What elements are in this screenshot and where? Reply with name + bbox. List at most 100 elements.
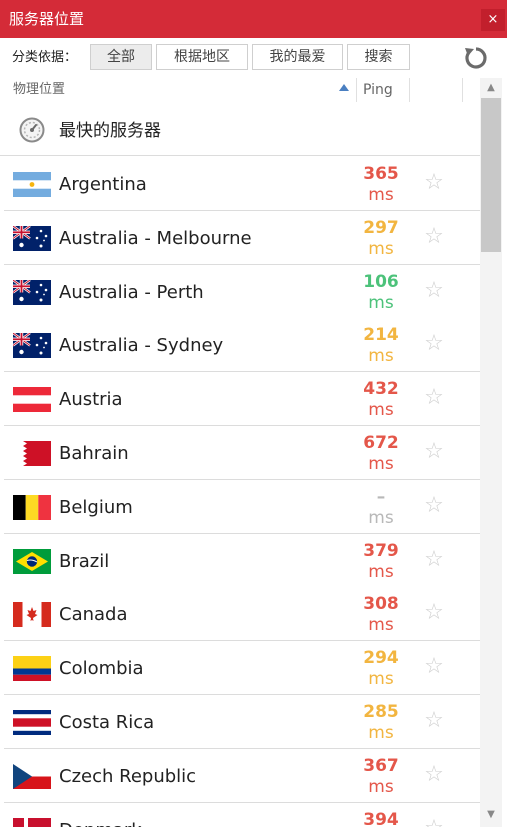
- location-column-header[interactable]: 物理位置: [13, 81, 65, 99]
- gauge-icon: [19, 117, 45, 143]
- ping-value: 379: [363, 540, 399, 561]
- ping-value: 365: [363, 164, 399, 184]
- server-name: Australia - Perth: [59, 281, 204, 303]
- server-row[interactable]: Czech Republic 367 ms ☆: [4, 748, 480, 803]
- favorite-star-icon[interactable]: ☆: [422, 493, 446, 518]
- scrollbar-thumb[interactable]: [481, 98, 501, 252]
- server-row[interactable]: Brazil 379 ms ☆: [4, 533, 480, 588]
- czech-flag-icon: [13, 763, 51, 789]
- server-row[interactable]: Canada 308 ms ☆: [4, 587, 480, 642]
- favorite-star-icon[interactable]: ☆: [422, 762, 446, 787]
- ping-unit: ms: [368, 185, 394, 205]
- bahrain-flag-icon: [13, 441, 51, 466]
- server-name: Austria: [59, 389, 123, 411]
- filter-label: 分类依据：: [12, 50, 78, 65]
- ping-value: 672: [363, 433, 399, 453]
- sort-ascending-icon: [339, 84, 349, 91]
- server-list: 最快的服务器 Argentina 365 ms ☆ Australia - Melbou…: [0, 102, 480, 827]
- scroll-up-icon[interactable]: ▲: [480, 78, 502, 98]
- ping-value: 285: [363, 702, 399, 722]
- server-name: Argentina: [59, 174, 147, 195]
- ping-unit: ms: [368, 454, 394, 474]
- ping-unit: ms: [368, 723, 394, 743]
- ping-value: 297: [363, 217, 399, 238]
- ping-value: 432: [363, 379, 399, 400]
- column-header: 物理位置 Ping: [0, 78, 480, 102]
- australia-flag-icon: [13, 225, 51, 251]
- favorite-star-icon[interactable]: ☆: [422, 709, 446, 733]
- favorite-star-icon[interactable]: ☆: [422, 547, 446, 572]
- server-row[interactable]: Australia - Melbourne 297 ms ☆: [4, 210, 480, 265]
- filter-all-button[interactable]: 全部: [90, 44, 152, 70]
- close-button[interactable]: ×: [481, 9, 505, 31]
- australia-flag-icon: [13, 333, 51, 359]
- server-row[interactable]: Australia - Perth 106 ms ☆: [4, 264, 480, 319]
- australia-flag-icon: [13, 279, 51, 305]
- canada-flag-icon: [13, 602, 51, 628]
- ping-unit: ms: [368, 561, 394, 582]
- ping-unit: ms: [368, 507, 394, 528]
- ping-unit: ms: [368, 292, 394, 313]
- server-row[interactable]: Costa Rica 285 ms ☆: [4, 695, 480, 749]
- filter-favorites-button[interactable]: 我的最爱: [252, 44, 343, 70]
- denmark-flag-icon: [13, 817, 51, 827]
- server-name: Czech Republic: [59, 765, 197, 787]
- server-row[interactable]: Denmark394ms☆: [4, 802, 480, 827]
- brazil-flag-icon: [13, 548, 51, 574]
- ping-value: 294: [363, 648, 399, 669]
- filter-bar: 分类依据： 全部 根据地区 我的最爱 搜索: [0, 38, 507, 78]
- server-name: Australia - Sydney: [59, 335, 224, 357]
- server-row[interactable]: Colombia 294 ms ☆: [4, 641, 480, 696]
- favorite-star-icon[interactable]: ☆: [422, 224, 446, 249]
- ping-column-header[interactable]: Ping: [363, 80, 393, 100]
- server-name: Brazil: [59, 550, 110, 572]
- server-name: Australia - Melbourne: [59, 227, 252, 249]
- ping-value: 106: [363, 271, 399, 292]
- austria-flag-icon: [13, 387, 51, 413]
- title-bar: 服务器位置 ×: [0, 0, 507, 38]
- favorite-star-icon[interactable]: ☆: [422, 601, 446, 625]
- favorite-star-icon[interactable]: ☆: [422, 655, 446, 679]
- server-row[interactable]: Argentina 365 ms ☆: [4, 157, 480, 211]
- favorite-star-icon[interactable]: ☆: [422, 278, 446, 303]
- column-divider: [356, 78, 357, 102]
- favorite-star-icon[interactable]: ☆: [422, 332, 446, 356]
- costa-rica-flag-icon: [13, 710, 51, 735]
- ping-unit: ms: [368, 669, 394, 690]
- server-name: Canada: [59, 604, 128, 626]
- fastest-server-row[interactable]: 最快的服务器: [0, 102, 480, 156]
- scroll-down-icon[interactable]: ▼: [480, 805, 502, 825]
- ping-value: 308: [363, 594, 399, 615]
- filter-search-button[interactable]: 搜索: [347, 44, 410, 70]
- colombia-flag-icon: [13, 656, 51, 682]
- belgium-flag-icon: [13, 494, 51, 520]
- server-row[interactable]: Bahrain 672 ms ☆: [4, 426, 480, 480]
- ping-unit: ms: [368, 776, 394, 797]
- server-name: Denmark: [59, 819, 142, 827]
- ping-unit: ms: [368, 400, 394, 421]
- ping-value: –: [376, 486, 386, 507]
- refresh-icon[interactable]: [463, 45, 489, 71]
- favorite-star-icon[interactable]: ☆: [422, 440, 446, 464]
- ping-unit: ms: [368, 346, 394, 367]
- ping-value: 214: [363, 325, 399, 346]
- ping-value: 394: [363, 809, 399, 827]
- favorite-star-icon[interactable]: ☆: [422, 816, 446, 827]
- server-name: Belgium: [59, 496, 133, 518]
- filter-region-button[interactable]: 根据地区: [156, 44, 248, 70]
- server-name: Colombia: [59, 658, 144, 680]
- server-name: Bahrain: [59, 443, 129, 464]
- ping-unit: ms: [368, 238, 394, 259]
- server-row[interactable]: Australia - Sydney 214 ms ☆: [4, 318, 480, 373]
- fastest-server-label: 最快的服务器: [59, 121, 161, 141]
- argentina-flag-icon: [13, 172, 51, 197]
- server-row[interactable]: Belgium – ms ☆: [4, 479, 480, 534]
- window-title: 服务器位置: [9, 10, 85, 28]
- favorite-star-icon[interactable]: ☆: [422, 171, 446, 195]
- server-name: Costa Rica: [59, 712, 155, 733]
- column-divider: [462, 78, 463, 102]
- ping-value: 367: [363, 755, 399, 776]
- favorite-star-icon[interactable]: ☆: [422, 386, 446, 410]
- server-row[interactable]: Austria 432 ms ☆: [4, 372, 480, 427]
- column-divider: [409, 78, 410, 102]
